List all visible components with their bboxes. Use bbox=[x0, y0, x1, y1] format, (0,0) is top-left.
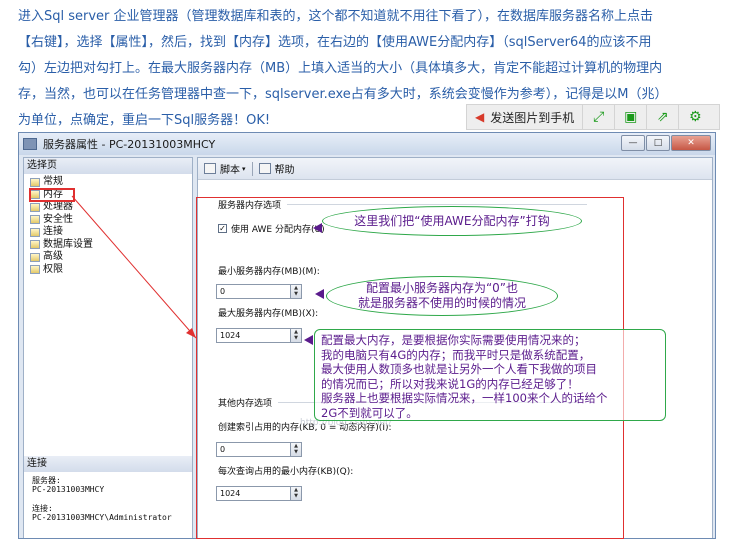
index-memory-value: 0 bbox=[220, 445, 226, 454]
page-item-label: 常规 bbox=[43, 176, 63, 187]
settings-icon[interactable]: ⚙ bbox=[679, 105, 711, 129]
article-line: 进入Sql server 企业管理器（管理数据库和表的，这个都不知道就不用往下看… bbox=[18, 9, 654, 24]
connection-value: PC-20131003MHCY\Administrator bbox=[32, 513, 172, 522]
page-icon bbox=[30, 252, 40, 262]
annotation-min-memory: 配置最小服务器内存为“0”也 就是服务器不使用的时候的情况 bbox=[326, 276, 558, 316]
page-icon bbox=[30, 190, 40, 200]
page-item-label: 处理器 bbox=[43, 201, 73, 212]
page-icon bbox=[30, 240, 40, 250]
page-selector-pane: 选择页 常规 内存 处理器 安全性 连接 数据库设置 高级 权限 连接 服务器:… bbox=[23, 157, 193, 538]
annotation-line: 最大使用人数顶多也就是让另外一个人看下我做的项目 bbox=[321, 362, 597, 376]
window-titlebar: 服务器属性 - PC-20131003MHCY — □ ✕ bbox=[19, 133, 715, 155]
maximize-button[interactable]: □ bbox=[646, 135, 670, 151]
article-line: 【右键】，选择【属性】，然后，找到【内存】选项，在右边的【使用AWE分配内存】（… bbox=[18, 35, 652, 50]
page-item-label: 连接 bbox=[43, 226, 63, 237]
page-item-label: 权限 bbox=[43, 263, 63, 275]
page-icon bbox=[30, 202, 40, 212]
help-icon bbox=[258, 163, 271, 174]
chevron-down-icon[interactable]: ▾ bbox=[242, 165, 246, 173]
spinner-arrows-icon[interactable]: ▲ ▼ bbox=[290, 443, 301, 456]
max-memory-input[interactable]: 1024 ▲ ▼ bbox=[216, 328, 302, 343]
section-other-memory: 其他内存选项 bbox=[218, 396, 579, 409]
annotation-line: 服务器上也要根据实际情况来，一样100来个人的话给个 bbox=[321, 391, 608, 405]
server-value: PC-20131003MHCY bbox=[32, 485, 105, 494]
annotation-line: 我的电脑只有4G的内存；而我平时只是做系统配置， bbox=[321, 347, 591, 362]
window-title: 服务器属性 - PC-20131003MHCY bbox=[43, 138, 216, 151]
select-page-header: 选择页 bbox=[24, 158, 192, 174]
query-memory-input[interactable]: 1024 ▲ ▼ bbox=[216, 486, 302, 501]
min-memory-input[interactable]: 0 ▲ ▼ bbox=[216, 284, 302, 299]
annotation-line: 的情况而已；所以对我来说1G的内存已经足够了！ bbox=[321, 376, 579, 391]
annotation-awe: 这里我们把“使用AWE分配内存”打钩 bbox=[322, 206, 582, 236]
send-to-phone-button[interactable]: ◀ 发送图片到手机 bbox=[467, 105, 584, 129]
page-item-label: 高级 bbox=[43, 251, 63, 262]
page-icon bbox=[30, 227, 40, 237]
awe-checkbox[interactable]: ✓ 使用 AWE 分配内存(U) bbox=[218, 222, 325, 235]
spinner-arrows-icon[interactable]: ▲ ▼ bbox=[290, 487, 301, 500]
page-icon bbox=[30, 215, 40, 225]
page-item-processors[interactable]: 处理器 bbox=[30, 201, 192, 214]
annotation-line: 2G不到就可以了。 bbox=[321, 405, 418, 420]
expand-icon[interactable]: ⤢ bbox=[583, 105, 616, 129]
annotation-line: 就是服务器不使用的时候的情况 bbox=[357, 296, 526, 310]
send-to-phone-label: 发送图片到手机 bbox=[490, 110, 575, 125]
page-item-connections[interactable]: 连接 bbox=[30, 226, 192, 239]
min-memory-label: 最小服务器内存(MB)(M): bbox=[218, 267, 320, 277]
index-memory-input[interactable]: 0 ▲ ▼ bbox=[216, 442, 302, 457]
send-arrow-icon: ◀ bbox=[475, 110, 485, 124]
awe-label: 使用 AWE 分配内存(U) bbox=[231, 225, 325, 235]
annotation-line: 配置最大内存，是要根据你实际需要使用情况来的； bbox=[321, 333, 586, 347]
minimize-button[interactable]: — bbox=[621, 135, 645, 151]
page-item-advanced[interactable]: 高级 bbox=[30, 251, 192, 264]
page-item-permissions[interactable]: 权限 bbox=[30, 264, 192, 277]
connection-header: 连接 bbox=[24, 456, 192, 472]
page-item-memory[interactable]: 内存 bbox=[29, 187, 75, 202]
spinner-arrows-icon[interactable]: ▲ ▼ bbox=[290, 329, 301, 342]
query-memory-label: 每次查询占用的最小内存(KB)(Q): bbox=[218, 467, 354, 477]
image-toolbar: ◀ 发送图片到手机 ⤢ ▣ ⇗ ⚙ bbox=[466, 104, 720, 130]
page-item-security[interactable]: 安全性 bbox=[30, 214, 192, 227]
save-icon[interactable]: ▣ bbox=[615, 105, 648, 129]
page-icon bbox=[30, 177, 40, 187]
help-button[interactable]: 帮助 bbox=[275, 161, 295, 176]
share-icon[interactable]: ⇗ bbox=[647, 105, 680, 129]
script-button[interactable]: 脚本 bbox=[220, 161, 240, 176]
page-icon bbox=[30, 265, 40, 275]
max-memory-label: 最大服务器内存(MB)(X): bbox=[218, 309, 319, 319]
article-line: 勾）左边把对勾打上。在最大服务器内存（MB）上填入适当的大小（具体填多大，肯定不… bbox=[18, 61, 663, 76]
page-item-label: 内存 bbox=[43, 188, 63, 200]
properties-toolbar: 脚本 ▾ 帮助 bbox=[198, 158, 712, 180]
page-item-label: 安全性 bbox=[43, 213, 73, 225]
connection-info: 服务器: PC-20131003MHCY 连接: PC-20131003MHCY… bbox=[32, 476, 172, 522]
page-list: 常规 内存 处理器 安全性 连接 数据库设置 高级 权限 bbox=[24, 174, 192, 276]
page-item-general[interactable]: 常规 bbox=[30, 176, 192, 189]
section-server-memory: 服务器内存选项 bbox=[218, 198, 588, 211]
app-icon bbox=[23, 138, 37, 150]
annotation-line: 配置最小服务器内存为“0”也 bbox=[365, 281, 519, 295]
window-controls: — □ ✕ bbox=[620, 135, 711, 151]
server-label: 服务器: bbox=[32, 476, 61, 485]
max-memory-value: 1024 bbox=[220, 331, 241, 340]
spinner-arrows-icon[interactable]: ▲ ▼ bbox=[290, 285, 301, 298]
page-item-label: 数据库设置 bbox=[43, 238, 93, 250]
annotation-max-memory: 配置最大内存，是要根据你实际需要使用情况来的； 我的电脑只有4G的内存；而我平时… bbox=[314, 329, 666, 421]
page-item-database-settings[interactable]: 数据库设置 bbox=[30, 239, 192, 252]
checkbox-check-icon: ✓ bbox=[218, 224, 227, 233]
close-button[interactable]: ✕ bbox=[671, 135, 711, 151]
query-memory-value: 1024 bbox=[220, 489, 241, 498]
connection-label: 连接: bbox=[32, 504, 53, 513]
script-icon bbox=[204, 163, 216, 174]
min-memory-value: 0 bbox=[220, 287, 226, 296]
